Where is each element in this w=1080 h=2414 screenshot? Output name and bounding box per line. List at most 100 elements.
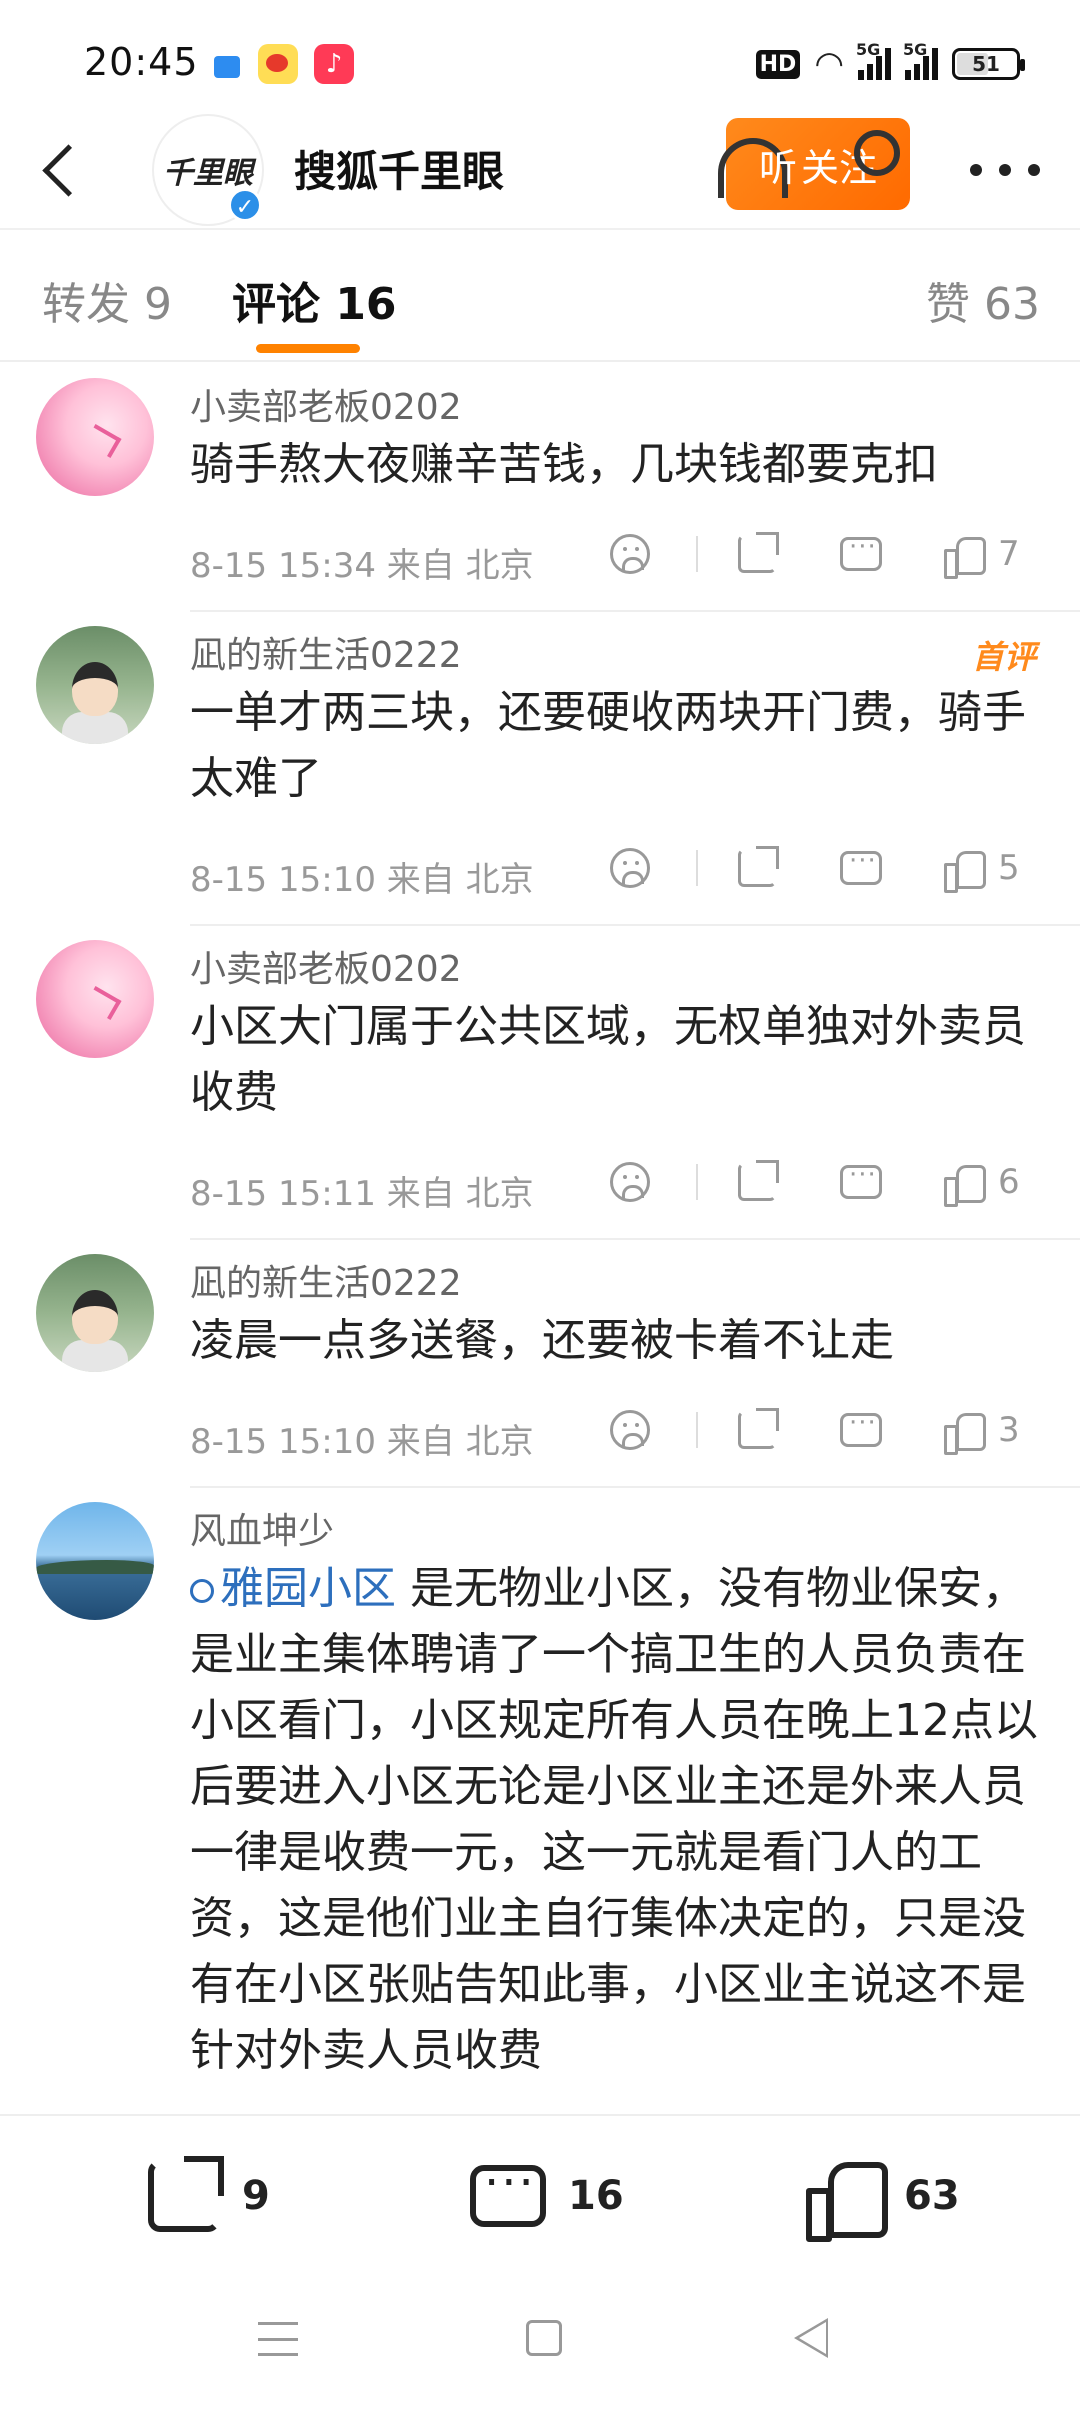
battery-icon: 51 bbox=[952, 48, 1025, 80]
share-button[interactable] bbox=[738, 524, 779, 584]
like-count: 5 bbox=[998, 848, 1020, 888]
dislike-button[interactable] bbox=[610, 1152, 650, 1212]
share-button[interactable] bbox=[738, 838, 779, 898]
comment-body: 是无物业小区，没有物业保安，是业主集体聘请了一个搞卫生的人员负责在小区看门，小区… bbox=[190, 1563, 1038, 2076]
more-dots-icon[interactable] bbox=[970, 150, 1040, 190]
like-button[interactable]: 63 bbox=[806, 2156, 960, 2242]
account-logo-text: 千里眼 bbox=[163, 156, 253, 191]
like-button[interactable]: 7 bbox=[944, 524, 1020, 584]
reply-button[interactable] bbox=[840, 1152, 882, 1212]
divider bbox=[696, 536, 698, 572]
comment-time: 8-15 15:34 来自 北京 bbox=[190, 546, 534, 586]
comment-icon bbox=[470, 2155, 546, 2227]
reply-button[interactable] bbox=[840, 838, 882, 898]
dislike-button[interactable] bbox=[610, 1400, 650, 1460]
like-button[interactable]: 6 bbox=[944, 1152, 1020, 1212]
avatar[interactable] bbox=[36, 1502, 154, 1620]
reply-button[interactable] bbox=[840, 524, 882, 584]
listen-label: 听 bbox=[758, 145, 797, 190]
comment-username[interactable]: 凪的新生活0222 bbox=[190, 1240, 1040, 1304]
signal-icon: 5G bbox=[856, 40, 891, 80]
account-avatar[interactable]: 千里眼 ✓ bbox=[152, 114, 264, 226]
comment-text: 小区大门属于公共区域，无权单独对外卖员收费 bbox=[190, 1001, 1026, 1118]
back-triangle-icon[interactable] bbox=[794, 2318, 834, 2358]
music-icon: ♪ bbox=[314, 44, 354, 84]
share-button[interactable] bbox=[738, 1400, 779, 1460]
frown-icon bbox=[610, 1162, 650, 1202]
follow-button[interactable]: 听 关注 bbox=[718, 118, 910, 210]
topic-link[interactable]: 雅园小区 bbox=[190, 1563, 396, 1614]
avatar[interactable] bbox=[36, 378, 154, 496]
comment-icon bbox=[840, 1408, 882, 1447]
divider bbox=[696, 1412, 698, 1448]
thumbs-up-icon bbox=[944, 535, 986, 579]
avatar[interactable] bbox=[36, 940, 154, 1058]
account-name[interactable]: 搜狐千里眼 bbox=[294, 138, 504, 199]
comment-icon bbox=[840, 532, 882, 571]
signal-1-label: 5G bbox=[856, 40, 881, 59]
comment-meta: 8-15 15:10 来自 北京 3 bbox=[190, 1386, 1040, 1486]
topic-label: 雅园小区 bbox=[220, 1563, 396, 1614]
comment-button[interactable]: 16 bbox=[470, 2155, 624, 2236]
comment-count: 16 bbox=[568, 2173, 624, 2219]
share-button[interactable] bbox=[738, 1152, 779, 1212]
thumbs-up-icon bbox=[944, 1163, 986, 1207]
comment-username[interactable]: 风血坤少 bbox=[190, 1488, 1040, 1552]
comment-item: 小卖部老板0202 骑手熬大夜赚辛苦钱，几块钱都要克扣 8-15 15:34 来… bbox=[0, 364, 1080, 610]
weibo-icon bbox=[258, 44, 298, 84]
share-icon bbox=[738, 1160, 779, 1201]
comment-actions: 6 bbox=[610, 1152, 1040, 1212]
repost-button[interactable]: 9 bbox=[148, 2156, 270, 2236]
tab-repost[interactable]: 转发 9 bbox=[42, 268, 172, 332]
search-icon bbox=[854, 130, 900, 176]
comment-text: 一单才两三块，还要硬收两块开门费，骑手太难了 bbox=[190, 687, 1026, 804]
comment-item: 首评 凪的新生活0222 一单才两三块，还要硬收两块开门费，骑手太难了 8-15… bbox=[0, 612, 1080, 924]
status-bar: 20:45 ♪ HD ◠ 5G 5G 51 bbox=[0, 0, 1080, 120]
blue-app-icon bbox=[214, 56, 240, 78]
battery-level: 51 bbox=[972, 52, 1000, 76]
share-icon bbox=[738, 532, 779, 573]
comment-meta: 8-15 15:34 来自 北京 7 bbox=[190, 510, 1040, 610]
comment-item: 小卖部老板0202 小区大门属于公共区域，无权单独对外卖员收费 8-15 15:… bbox=[0, 926, 1080, 1238]
comment-list[interactable]: 小卖部老板0202 骑手熬大夜赚辛苦钱，几块钱都要克扣 8-15 15:34 来… bbox=[0, 364, 1080, 2114]
signal-2-label: 5G bbox=[903, 40, 928, 59]
hd-badge: HD bbox=[755, 49, 801, 79]
comment-time: 8-15 15:11 来自 北京 bbox=[190, 1174, 534, 1214]
avatar[interactable] bbox=[36, 1254, 154, 1372]
status-time: 20:45 bbox=[84, 40, 199, 84]
dislike-button[interactable] bbox=[610, 524, 650, 584]
tab-comment[interactable]: 评论 16 bbox=[232, 268, 397, 332]
thumbs-up-icon bbox=[944, 1411, 986, 1455]
comment-username[interactable]: 小卖部老板0202 bbox=[190, 926, 1040, 990]
dislike-button[interactable] bbox=[610, 838, 650, 898]
comment-username[interactable]: 凪的新生活0222 bbox=[190, 612, 1040, 676]
comment-meta: 8-15 15:11 来自 北京 6 bbox=[190, 1138, 1040, 1238]
menu-icon[interactable] bbox=[258, 2322, 298, 2356]
like-count: 7 bbox=[998, 534, 1020, 574]
like-count: 3 bbox=[998, 1410, 1020, 1450]
home-icon[interactable] bbox=[526, 2320, 562, 2356]
comment-icon bbox=[840, 846, 882, 885]
header: 千里眼 ✓ 搜狐千里眼 听 关注 bbox=[0, 110, 1080, 230]
wifi-icon: ◠ bbox=[814, 44, 844, 84]
comment-text: 骑手熬大夜赚辛苦钱，几块钱都要克扣 bbox=[190, 439, 938, 490]
share-icon bbox=[738, 1408, 779, 1449]
avatar[interactable] bbox=[36, 626, 154, 744]
comment-item: 凪的新生活0222 凌晨一点多送餐，还要被卡着不让走 8-15 15:10 来自… bbox=[0, 1240, 1080, 1486]
reply-button[interactable] bbox=[840, 1400, 882, 1460]
comment-username[interactable]: 小卖部老板0202 bbox=[190, 364, 1040, 428]
comment-time: 8-15 15:10 来自 北京 bbox=[190, 1422, 534, 1462]
like-button[interactable]: 3 bbox=[944, 1400, 1020, 1460]
signal-icon: 5G bbox=[903, 40, 938, 80]
active-tab-indicator bbox=[256, 344, 360, 353]
tab-like[interactable]: 赞 63 bbox=[926, 268, 1040, 332]
like-button[interactable]: 5 bbox=[944, 838, 1020, 898]
divider bbox=[696, 850, 698, 886]
thumbs-up-icon bbox=[944, 849, 986, 893]
comment-time: 8-15 15:10 来自 北京 bbox=[190, 860, 534, 900]
tab-bar: 转发 9 评论 16 赞 63 bbox=[0, 232, 1080, 362]
comment-text: 凌晨一点多送餐，还要被卡着不让走 bbox=[190, 1315, 894, 1366]
chevron-left-icon[interactable] bbox=[36, 130, 96, 210]
like-count: 63 bbox=[904, 2173, 960, 2219]
divider bbox=[696, 1164, 698, 1200]
